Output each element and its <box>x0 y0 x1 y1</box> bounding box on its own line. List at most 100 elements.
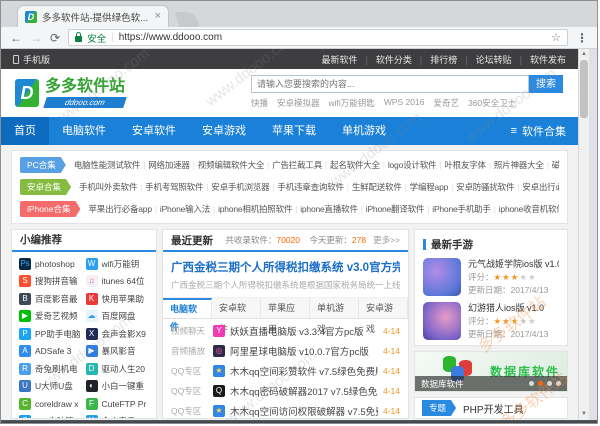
collection-link[interactable]: iPhone输入法 <box>152 203 210 215</box>
more-link[interactable]: 更多>> <box>373 234 400 246</box>
nav-item-apple-download[interactable]: 苹果下载 <box>259 117 329 145</box>
browser-tab[interactable]: D 多多软件站-提供绿色软... × <box>17 5 169 27</box>
new-tab-button[interactable] <box>175 12 200 27</box>
app-link[interactable]: PPP助手电脑 <box>19 325 86 343</box>
featured-title[interactable]: 广西金税三期个人所得税扣缴系统 v3.0官方完整安装 <box>171 259 400 275</box>
app-link[interactable]: ▶爱奇艺视频 <box>19 308 86 326</box>
site-logo[interactable]: D 多多软件站 ddooo.com <box>15 79 125 108</box>
app-link[interactable]: Wwifi万能钥 <box>86 255 153 273</box>
mobile-version-link[interactable]: 手机版 <box>23 53 50 66</box>
android-collection-badge[interactable]: 安卓合集 <box>20 179 71 195</box>
item-title[interactable]: 木木qq空间访问权限破解器 v7.5免费版 <box>230 404 378 418</box>
collection-link[interactable]: 网络加速器 <box>140 159 190 171</box>
list-item[interactable]: QQ专区Q木木qq密码破解器2017 v7.5绿色免费版4-14 <box>171 381 400 401</box>
collection-link[interactable]: 学编程app <box>402 181 449 193</box>
hot-word-link[interactable]: WPS 2016 <box>384 97 425 109</box>
game-item[interactable]: 幻游猎人ios版 v1.0 评分：★★★★★ 更新日期：2017/4/13 <box>423 302 559 341</box>
carousel-dot-active[interactable] <box>538 381 543 386</box>
app-link[interactable]: K金山毒霸20 <box>86 413 153 420</box>
carousel-dot[interactable] <box>529 381 534 386</box>
hot-word-link[interactable]: 快播 <box>251 97 268 109</box>
collection-link[interactable]: 生鲜配送软件 <box>344 181 402 193</box>
hot-word-link[interactable]: 360安全卫士 <box>468 97 516 109</box>
app-link[interactable]: ◐小白一键重 <box>86 378 153 396</box>
collection-link[interactable]: 磁盘碎片整理软件 <box>544 159 559 171</box>
collection-link[interactable]: iPhone手机助手 <box>424 203 490 215</box>
collection-link[interactable]: 手机考驾照软件 <box>137 181 203 193</box>
collection-link[interactable]: 苹果出行必备app <box>88 203 151 215</box>
carousel-dot[interactable] <box>556 381 561 386</box>
nav-item-android-software[interactable]: 安卓软件 <box>119 117 189 145</box>
carousel-dot[interactable] <box>547 381 552 386</box>
tab-android-games[interactable]: 安卓游戏 <box>359 298 408 318</box>
app-link[interactable]: ♫itunes 64位 <box>86 273 153 291</box>
app-link[interactable]: Ccoreldraw x <box>19 395 86 413</box>
tab-close-icon[interactable]: × <box>155 11 161 22</box>
scroll-up-icon[interactable]: ▲ <box>579 49 589 60</box>
app-link[interactable]: FCuteFTP Pr <box>86 395 153 413</box>
address-bar[interactable]: 安全 | https://www.ddooo.com ☆ <box>68 29 568 46</box>
item-title[interactable]: 阿里星球电脑版 v10.0.7官方pc版 <box>230 344 378 358</box>
forward-icon[interactable]: → <box>30 32 42 44</box>
collection-link[interactable]: iphone收音机软件 <box>491 203 559 215</box>
collection-link[interactable]: 电脑性能测试软件 <box>74 159 140 171</box>
app-link[interactable]: B百度影音最 <box>19 290 86 308</box>
collection-link[interactable]: 起名软件大全 <box>322 159 380 171</box>
search-button[interactable]: 搜索 <box>529 75 563 93</box>
collection-link[interactable]: 安卓手机浏览器 <box>203 181 269 193</box>
hot-word-link[interactable]: wifi万能钥匙 <box>329 97 375 109</box>
search-input[interactable] <box>251 75 529 93</box>
nav-item-home[interactable]: 首页 <box>1 117 49 145</box>
back-icon[interactable]: ← <box>10 32 22 44</box>
database-software-banner[interactable]: 数据库软件 数据库软件 <box>414 351 568 392</box>
iphone-collection-badge[interactable]: iPhone合集 <box>20 201 80 217</box>
app-link[interactable]: K快用苹果助 <box>86 290 153 308</box>
app-link[interactable]: X会声会影X9 <box>86 325 153 343</box>
item-title[interactable]: 妖妖直播电脑版 v3.3.4官方pc版 <box>230 324 378 338</box>
app-link[interactable]: QQQ电脑管 <box>19 413 86 420</box>
collection-link[interactable]: iPhone翻译软件 <box>358 203 424 215</box>
tab-standalone-games[interactable]: 单机游戏 <box>310 298 359 318</box>
game-item[interactable]: 元气战姬学院ios版 v1.0 评分：★★★★★ 更新日期：2017/4/13 <box>423 258 559 297</box>
collection-link[interactable]: 手机违章查询软件 <box>269 181 343 193</box>
list-item[interactable]: QQ专区★木木qq空间访问权限破解器 v7.5免费版4-14 <box>171 401 400 419</box>
list-item[interactable]: QQ专区★木木qq空间彩赞软件 v7.5绿色免费版4-14 <box>171 361 400 381</box>
topbar-link[interactable]: 论坛转贴 <box>457 53 511 66</box>
page-scrollbar[interactable]: ▲ ▼ <box>578 49 589 420</box>
bookmark-star-icon[interactable]: ☆ <box>551 31 561 44</box>
browser-menu-icon[interactable]: ⋮ <box>576 31 588 45</box>
app-link[interactable]: D驱动人生20 <box>86 360 153 378</box>
refresh-icon[interactable]: ⟳ <box>50 32 60 44</box>
game-title[interactable]: 元气战姬学院ios版 v1.0 <box>468 258 559 271</box>
collection-link[interactable]: 手机叫外卖软件 <box>79 181 137 193</box>
item-title[interactable]: 木木qq空间彩赞软件 v7.5绿色免费版 <box>230 364 378 378</box>
tab-android-software[interactable]: 安卓软件 <box>212 298 261 318</box>
topic-title[interactable]: PHP开发工具 <box>463 401 524 416</box>
collection-link[interactable]: logo设计软件 <box>380 159 437 171</box>
tab-pc-software[interactable]: 电脑软件 <box>163 298 212 318</box>
app-link[interactable]: AADSafe 3 <box>19 343 86 361</box>
scrollbar-thumb[interactable] <box>580 60 588 118</box>
list-item[interactable]: 音频播放◎阿里星球电脑版 v10.0.7官方pc版4-14 <box>171 341 400 361</box>
game-title[interactable]: 幻游猎人ios版 v1.0 <box>468 302 548 315</box>
item-title[interactable]: 木木qq密码破解器2017 v7.5绿色免费版 <box>230 384 378 398</box>
app-link[interactable]: S搜狗拼音输 <box>19 273 86 291</box>
collection-link[interactable]: 视频编辑软件大全 <box>190 159 264 171</box>
collection-link[interactable]: iphone直播软件 <box>292 203 358 215</box>
url-text[interactable]: https://www.ddooo.com <box>119 32 546 43</box>
app-link[interactable]: ▶暴风影音 <box>86 343 153 361</box>
collection-link[interactable]: 叶根友字体 <box>436 159 486 171</box>
hot-word-link[interactable]: 安卓模拟器 <box>277 97 320 109</box>
app-link[interactable]: UU大师U盘 <box>19 378 86 396</box>
collection-link[interactable]: 安卓出行必备app <box>514 181 559 193</box>
collection-link[interactable]: 广告拦截工具 <box>264 159 322 171</box>
topbar-link[interactable]: 软件发布 <box>512 53 566 66</box>
collection-link[interactable]: iphone相机拍照软件 <box>210 203 292 215</box>
nav-item-android-games[interactable]: 安卓游戏 <box>189 117 259 145</box>
nav-item-pc-software[interactable]: 电脑软件 <box>49 117 119 145</box>
topbar-link[interactable]: 最新软件 <box>322 53 358 66</box>
featured-article[interactable]: 广西金税三期个人所得税扣缴系统 v3.0官方完整安装 广西金税三期个人所得税扣缴… <box>163 252 408 298</box>
scroll-down-icon[interactable]: ▼ <box>579 409 589 420</box>
nav-item-standalone-games[interactable]: 单机游戏 <box>329 117 399 145</box>
software-collections-link[interactable]: ≡ 软件合集 <box>511 123 578 139</box>
